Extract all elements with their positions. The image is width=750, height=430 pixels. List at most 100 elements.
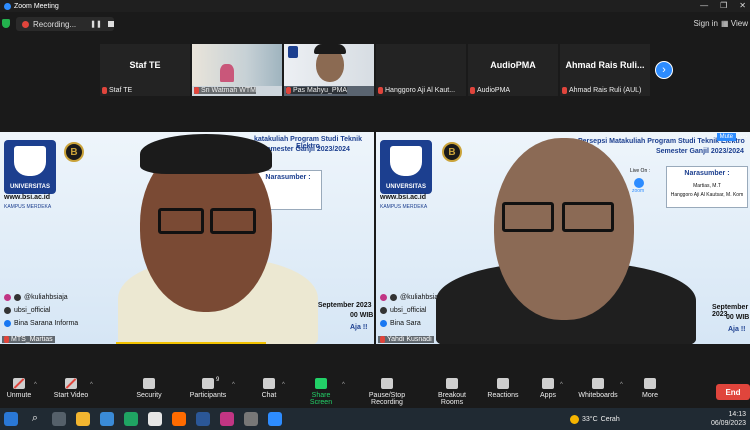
mic-muted-icon: [470, 87, 475, 94]
unmute-button[interactable]: Unmute: [4, 378, 34, 399]
start-video-button[interactable]: Start Video: [50, 378, 92, 399]
pause-stop-recording-button[interactable]: Pause/Stop Recording: [352, 378, 422, 406]
firefox-icon[interactable]: [172, 412, 186, 426]
participant-label: Sri Watmah WTM: [194, 87, 256, 94]
window-controls: — ❐ ✕: [700, 1, 746, 10]
mic-muted-icon: [4, 336, 9, 343]
x-icon: [390, 294, 397, 301]
reactions-icon: [497, 378, 509, 389]
whiteboards-button[interactable]: Whiteboards: [576, 378, 620, 399]
university-logo-icon: UNIVERSITAS: [380, 140, 432, 194]
banner-subtitle: Semester Ganjil 2023/2024: [262, 146, 350, 153]
encryption-shield-icon[interactable]: [2, 19, 10, 28]
file-explorer-icon[interactable]: [76, 412, 90, 426]
event-tagline: Aja !!: [728, 326, 746, 333]
social-facebook: Bina Sara: [380, 320, 421, 327]
accreditation-badge-icon: B: [64, 142, 84, 162]
mute-participant-button[interactable]: Mute: [716, 133, 736, 141]
restore-icon[interactable]: ❐: [720, 1, 727, 10]
chevron-up-icon[interactable]: ^: [90, 382, 93, 388]
reactions-button[interactable]: Reactions: [486, 378, 520, 399]
zoom-logo-icon: [634, 178, 644, 188]
share-screen-button[interactable]: Share Screen: [300, 378, 342, 406]
apps-button[interactable]: Apps: [536, 378, 560, 399]
participant-name-display: [376, 44, 466, 86]
weather-widget[interactable]: 33°C Cerah: [570, 415, 620, 424]
chevron-up-icon[interactable]: ^: [342, 382, 345, 388]
breakout-icon: [446, 378, 458, 389]
system-clock[interactable]: 14:13 06/09/2023: [711, 410, 746, 428]
word-icon[interactable]: [196, 412, 210, 426]
campus-logos: KAMPUS MERDEKA: [4, 204, 52, 210]
participant-name-display: AudioPMA: [490, 60, 536, 70]
participant-label: Pas Mahyu_PMA: [286, 87, 348, 94]
instagram-icon: [4, 294, 11, 301]
stop-recording-icon[interactable]: [107, 21, 114, 27]
active-speaker-indicator: [116, 342, 266, 344]
window-title: Zoom Meeting: [14, 2, 59, 10]
mic-muted-icon: [562, 87, 567, 94]
pause-recording-icon[interactable]: ❚❚: [90, 20, 102, 28]
recording-indicator: Recording... ❚❚: [16, 17, 114, 31]
sign-in-link[interactable]: Sign in: [694, 19, 718, 28]
participants-icon: [202, 378, 214, 389]
participant-tile[interactable]: Sri Watmah WTM: [192, 44, 282, 96]
mic-muted-icon: [286, 87, 291, 94]
participants-button[interactable]: Participants: [186, 378, 230, 399]
whiteboard-icon: [592, 378, 604, 389]
app-icon[interactable]: [220, 412, 234, 426]
social-tiktok: ubsi_official: [4, 307, 50, 314]
video-tile-left[interactable]: UNIVERSITAS B www.bsi.ac.id KAMPUS MERDE…: [0, 132, 374, 344]
chat-button[interactable]: Chat: [256, 378, 282, 399]
video-off-icon: [65, 378, 77, 389]
app-icon[interactable]: [244, 412, 258, 426]
video-tile-right[interactable]: UNIVERSITAS B www.bsi.ac.id KAMPUS MERDE…: [376, 132, 750, 344]
task-view-icon[interactable]: [52, 412, 66, 426]
close-icon[interactable]: ✕: [739, 1, 746, 10]
windows-start-icon[interactable]: [4, 412, 18, 426]
more-icon: [644, 378, 656, 389]
chrome-icon[interactable]: [148, 412, 162, 426]
banner-subtitle: Semester Ganjil 2023/2024: [656, 148, 744, 155]
end-meeting-button[interactable]: End: [716, 384, 750, 400]
participant-tile[interactable]: AudioPMA AudioPMA: [468, 44, 558, 96]
edge-icon[interactable]: [124, 412, 138, 426]
participant-tile[interactable]: Ahmad Rais Ruli... Ahmad Rais Ruli (AUL): [560, 44, 650, 96]
speaker-name: Hanggoro Aji Al Kautsar, M. Kom: [670, 192, 744, 198]
participant-label: Hanggoro Aji Al Kaut...: [378, 87, 455, 94]
recording-icon: [381, 378, 393, 389]
zoom-taskbar-icon[interactable]: [268, 412, 282, 426]
sun-icon: [570, 415, 579, 424]
view-button[interactable]: ▦ View: [721, 19, 748, 28]
event-time: 00 WIB: [350, 312, 374, 319]
participant-tile[interactable]: Hanggoro Aji Al Kaut...: [376, 44, 466, 96]
more-button[interactable]: More: [638, 378, 662, 399]
mic-muted-icon: [102, 87, 107, 94]
facebook-icon: [380, 320, 387, 327]
chevron-up-icon[interactable]: ^: [282, 382, 285, 388]
share-screen-icon: [315, 378, 327, 389]
breakout-rooms-button[interactable]: Breakout Rooms: [426, 378, 478, 406]
weather-temp: 33°C: [582, 416, 598, 423]
participant-tile[interactable]: Staf TE Staf TE: [100, 44, 190, 96]
event-date: 6 September 2023: [312, 302, 372, 309]
chevron-up-icon[interactable]: ^: [232, 382, 235, 388]
security-button[interactable]: Security: [134, 378, 164, 399]
app-icon[interactable]: [100, 412, 114, 426]
meeting-topbar: Recording... ❚❚ Sign in ▦ View: [0, 12, 750, 36]
chevron-up-icon[interactable]: ^: [34, 382, 37, 388]
glasses: [502, 202, 554, 232]
university-logo-icon: [288, 46, 298, 58]
clock-date: 06/09/2023: [710, 420, 746, 427]
live-on-label: Live On :: [630, 168, 651, 174]
chevron-up-icon[interactable]: ^: [560, 382, 563, 388]
chevron-up-icon[interactable]: ^: [620, 382, 623, 388]
more-options-icon[interactable]: ···: [740, 132, 748, 141]
participant-tile[interactable]: Pas Mahyu_PMA: [284, 44, 374, 96]
mic-muted-icon: [194, 87, 199, 94]
participant-strip: Staf TE Staf TE Sri Watmah WTM Pas Mahyu…: [100, 44, 650, 96]
minimize-icon[interactable]: —: [700, 1, 708, 10]
search-icon[interactable]: ⌕: [28, 412, 42, 426]
next-page-button[interactable]: ›: [655, 61, 673, 79]
window-titlebar: Zoom Meeting — ❐ ✕: [0, 0, 750, 12]
